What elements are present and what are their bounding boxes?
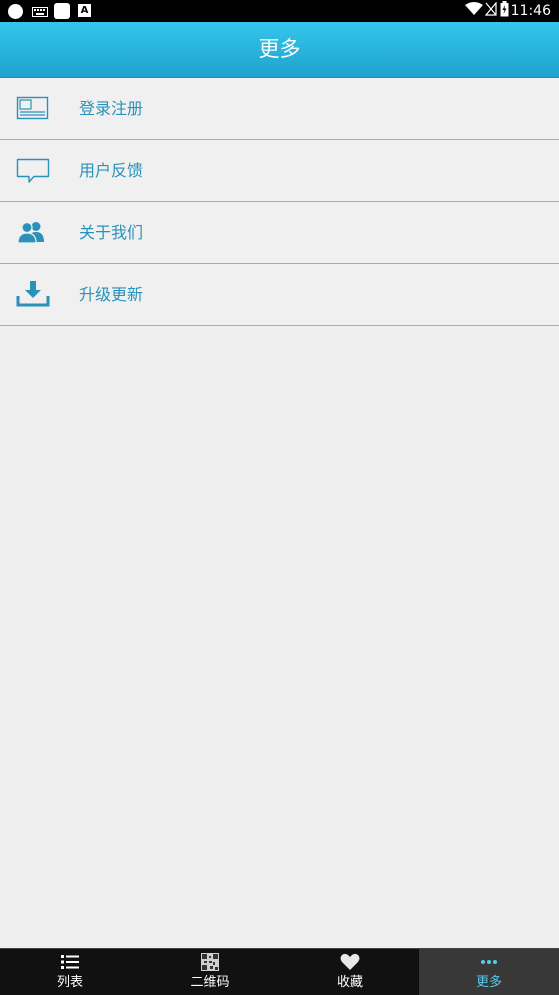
- menu-item-login-register[interactable]: 登录注册: [0, 78, 559, 140]
- menu-item-label: 用户反馈: [79, 161, 144, 180]
- status-time: 11:46: [510, 3, 551, 19]
- status-bar: A 11:46: [0, 0, 559, 22]
- users-icon: [17, 221, 44, 244]
- tab-more[interactable]: 更多: [419, 949, 559, 995]
- app-screen: A 11:46 更多 登录注册 用户反馈 关于我们 升级更新 列表 二维码 收藏…: [0, 0, 559, 995]
- id-card-icon: [16, 96, 49, 120]
- menu-item-about-us[interactable]: 关于我们: [0, 202, 559, 264]
- download-icon: [16, 281, 50, 307]
- tab-label: 二维码: [190, 975, 230, 990]
- tab-favorites[interactable]: 收藏: [280, 949, 420, 995]
- app-square-icon: [54, 3, 70, 19]
- tab-qr-code[interactable]: 二维码: [140, 949, 280, 995]
- qr-code-icon: [201, 953, 219, 971]
- battery-icon: [500, 1, 509, 17]
- chat-bubble-icon: [16, 158, 50, 183]
- more-dots-icon: [481, 960, 497, 964]
- notification-dot-icon: [8, 4, 23, 19]
- tab-label: 收藏: [336, 975, 363, 990]
- tab-label: 更多: [475, 975, 502, 990]
- menu-item-label: 登录注册: [79, 99, 144, 118]
- tab-list[interactable]: 列表: [0, 949, 140, 995]
- tab-label: 列表: [56, 975, 83, 990]
- menu-item-label: 关于我们: [79, 223, 144, 242]
- font-a-icon: A: [78, 4, 91, 17]
- menu-list: 登录注册 用户反馈 关于我们 升级更新: [0, 78, 559, 326]
- keyboard-icon: [32, 7, 48, 17]
- menu-item-label: 升级更新: [79, 285, 144, 304]
- list-icon: [61, 955, 79, 969]
- bottom-tab-bar: 列表 二维码 收藏 更多: [0, 948, 559, 995]
- menu-item-upgrade-update[interactable]: 升级更新: [0, 264, 559, 326]
- menu-item-user-feedback[interactable]: 用户反馈: [0, 140, 559, 202]
- wifi-icon: [465, 2, 483, 15]
- page-title: 更多: [258, 37, 301, 61]
- title-bar: 更多: [0, 22, 559, 78]
- heart-icon: [340, 953, 360, 970]
- no-signal-icon: [485, 2, 497, 16]
